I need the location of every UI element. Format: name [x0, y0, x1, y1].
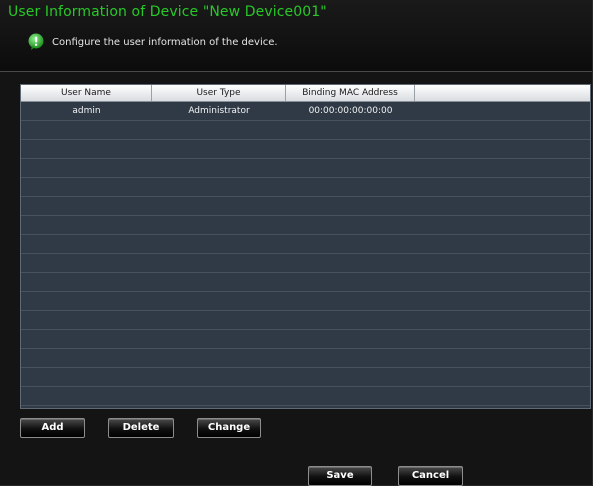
user-info-dialog: User Information of Device "New Device00…: [0, 0, 593, 486]
table-row[interactable]: [21, 349, 590, 368]
column-header-binding-mac[interactable]: Binding MAC Address: [286, 85, 415, 101]
table-row[interactable]: [21, 387, 590, 406]
table-row[interactable]: [21, 273, 590, 292]
table-row[interactable]: [21, 216, 590, 235]
table-row[interactable]: [21, 159, 590, 178]
table-row[interactable]: [21, 368, 590, 387]
column-header-user-name[interactable]: User Name: [21, 85, 152, 101]
table-row[interactable]: [21, 330, 590, 349]
table-row[interactable]: [21, 235, 590, 254]
cell-user-type: Administrator: [188, 106, 250, 116]
table-row[interactable]: [21, 292, 590, 311]
add-button[interactable]: Add: [20, 418, 85, 438]
table-body: admin Administrator 00:00:00:00:00:00: [21, 102, 590, 406]
table-row[interactable]: [21, 254, 590, 273]
delete-button[interactable]: Delete: [108, 418, 174, 438]
table-row[interactable]: admin Administrator 00:00:00:00:00:00: [21, 102, 590, 121]
cancel-button[interactable]: Cancel: [398, 466, 463, 486]
info-icon: [27, 33, 45, 51]
table-row[interactable]: [21, 311, 590, 330]
user-table: User Name User Type Binding MAC Address …: [20, 84, 591, 409]
dialog-subtitle: Configure the user information of the de…: [52, 37, 278, 48]
save-button[interactable]: Save: [308, 466, 372, 486]
table-row[interactable]: [21, 121, 590, 140]
dialog-header: User Information of Device "New Device00…: [0, 0, 592, 72]
column-header-user-type[interactable]: User Type: [152, 85, 286, 101]
table-row[interactable]: [21, 140, 590, 159]
change-button[interactable]: Change: [197, 418, 261, 438]
dialog-title: User Information of Device "New Device00…: [8, 4, 327, 20]
table-row[interactable]: [21, 178, 590, 197]
cell-binding-mac: 00:00:00:00:00:00: [308, 106, 393, 116]
cell-user-name: admin: [72, 106, 101, 116]
table-row[interactable]: [21, 197, 590, 216]
table-header: User Name User Type Binding MAC Address: [21, 85, 590, 102]
